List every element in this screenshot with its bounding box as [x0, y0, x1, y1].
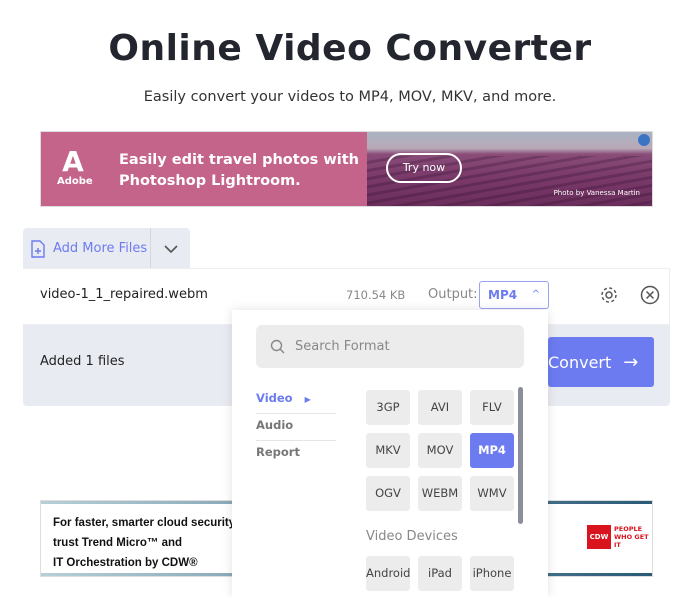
convert-button[interactable]: Convert → — [548, 337, 654, 387]
output-value: MP4 — [488, 288, 518, 302]
format-dropdown: Search Format Video ▶ Audio Report 3GP A… — [232, 310, 548, 597]
file-name: video-1_1_repaired.webm — [40, 287, 208, 302]
output-label: Output: — [428, 287, 478, 302]
format-mkv[interactable]: MKV — [366, 433, 410, 468]
gear-icon[interactable] — [599, 285, 619, 305]
caret-right-icon: ▶ — [304, 395, 311, 404]
adobe-logo: A Adobe — [57, 145, 93, 188]
page-subtitle: Easily convert your videos to MP4, MOV, … — [143, 89, 557, 105]
device-iphone[interactable]: iPhone — [470, 556, 514, 591]
add-files-dropdown-button[interactable] — [151, 228, 190, 269]
format-webm[interactable]: WEBM — [418, 476, 462, 511]
category-video[interactable]: Video ▶ — [256, 391, 336, 414]
format-mp4[interactable]: MP4 — [470, 433, 514, 468]
format-wmv[interactable]: WMV — [470, 476, 514, 511]
file-size: 710.54 KB — [346, 288, 406, 302]
search-icon — [270, 339, 285, 354]
ad-copy: For faster, smarter cloud security, trust… — [53, 517, 238, 569]
cdw-tagline: PEOPLE WHO GET IT — [614, 525, 649, 549]
device-android[interactable]: Android — [366, 556, 410, 591]
add-files-tab: Add More Files — [23, 228, 190, 269]
convert-label: Convert — [548, 352, 612, 372]
page-title: Online Video Converter — [108, 28, 592, 69]
format-3gp[interactable]: 3GP — [366, 390, 410, 425]
category-report[interactable]: Report — [256, 445, 336, 467]
file-plus-icon — [31, 239, 45, 258]
video-devices-header: Video Devices — [366, 529, 458, 544]
output-format-select[interactable]: MP4 ^ — [479, 281, 549, 309]
format-ogv[interactable]: OGV — [366, 476, 410, 511]
try-now-button[interactable]: Try now — [386, 153, 462, 183]
search-placeholder: Search Format — [295, 339, 390, 354]
category-audio[interactable]: Audio — [256, 418, 336, 441]
photo-credit: Photo by Vanessa Martin — [553, 189, 640, 197]
format-mov[interactable]: MOV — [418, 433, 462, 468]
format-avi[interactable]: AVI — [418, 390, 462, 425]
device-ipad[interactable]: iPad — [418, 556, 462, 591]
cdw-logo: CDW — [587, 525, 611, 549]
search-format-input[interactable]: Search Format — [256, 325, 524, 368]
ad-choices-icon[interactable] — [638, 134, 650, 146]
chevron-up-icon: ^ — [531, 289, 540, 300]
format-flv[interactable]: FLV — [470, 390, 514, 425]
ad-headline: Easily edit travel photos with Photoshop … — [119, 152, 359, 189]
chevron-down-icon — [163, 244, 178, 253]
add-more-files-button[interactable]: Add More Files — [23, 228, 150, 269]
added-files-count: Added 1 files — [40, 354, 125, 369]
format-scrollbar[interactable] — [518, 387, 523, 524]
adobe-ad-banner[interactable]: A Adobe Easily edit travel photos with Pho… — [40, 131, 653, 207]
add-more-files-label: Add More Files — [53, 241, 148, 256]
arrow-right-icon: → — [623, 351, 639, 373]
remove-file-icon[interactable] — [640, 285, 660, 305]
